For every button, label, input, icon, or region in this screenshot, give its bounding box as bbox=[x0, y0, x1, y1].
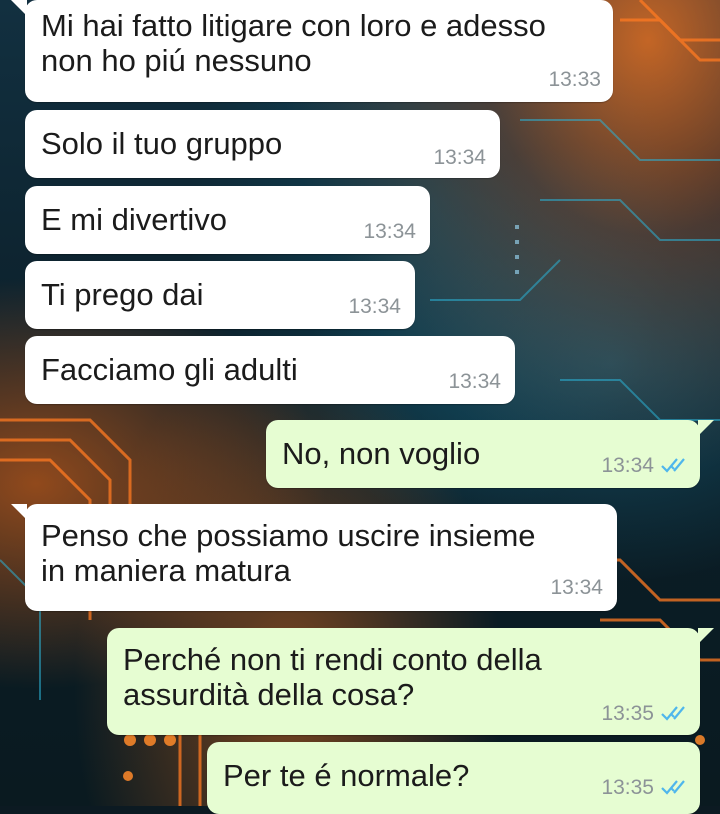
message-text: Solo il tuo gruppo bbox=[41, 126, 283, 161]
incoming-message[interactable]: Penso che possiamo uscire insieme in man… bbox=[11, 504, 617, 611]
incoming-message[interactable]: Facciamo gli adulti 13:34 bbox=[25, 336, 515, 404]
incoming-message[interactable]: Ti prego dai 13:34 bbox=[25, 261, 415, 329]
incoming-message[interactable]: E mi divertivo 13:34 bbox=[25, 186, 430, 254]
message-text: Mi hai fatto litigare con loro e adesso … bbox=[41, 8, 546, 78]
message-time: 13:35 bbox=[601, 776, 654, 799]
incoming-message[interactable]: Solo il tuo gruppo 13:34 bbox=[25, 110, 500, 178]
message-time: 13:34 bbox=[448, 370, 501, 393]
message-text: Perché non ti rendi conto della assurdit… bbox=[123, 642, 542, 712]
message-text: Ti prego dai bbox=[41, 277, 204, 312]
message-time: 13:35 bbox=[601, 702, 654, 725]
message-time: 13:34 bbox=[601, 454, 654, 477]
message-text: Facciamo gli adulti bbox=[41, 352, 298, 387]
outgoing-message[interactable]: Per te é normale? 13:35 bbox=[207, 742, 700, 814]
double-check-icon bbox=[661, 780, 685, 795]
message-time: 13:34 bbox=[433, 146, 486, 169]
message-text: Penso che possiamo uscire insieme in man… bbox=[41, 518, 536, 588]
message-time: 13:34 bbox=[348, 295, 401, 318]
double-check-icon bbox=[661, 706, 685, 721]
message-time: 13:34 bbox=[550, 576, 603, 599]
message-time: 13:34 bbox=[363, 220, 416, 243]
outgoing-message[interactable]: No, non voglio 13:34 bbox=[266, 420, 714, 488]
message-text: No, non voglio bbox=[282, 436, 481, 471]
outgoing-message[interactable]: Perché non ti rendi conto della assurdit… bbox=[107, 628, 714, 735]
message-time: 13:33 bbox=[548, 68, 601, 91]
incoming-message[interactable]: Mi hai fatto litigare con loro e adesso … bbox=[11, 0, 613, 102]
double-check-icon bbox=[661, 458, 685, 473]
message-text: E mi divertivo bbox=[41, 202, 228, 237]
message-text: Per te é normale? bbox=[223, 758, 470, 793]
